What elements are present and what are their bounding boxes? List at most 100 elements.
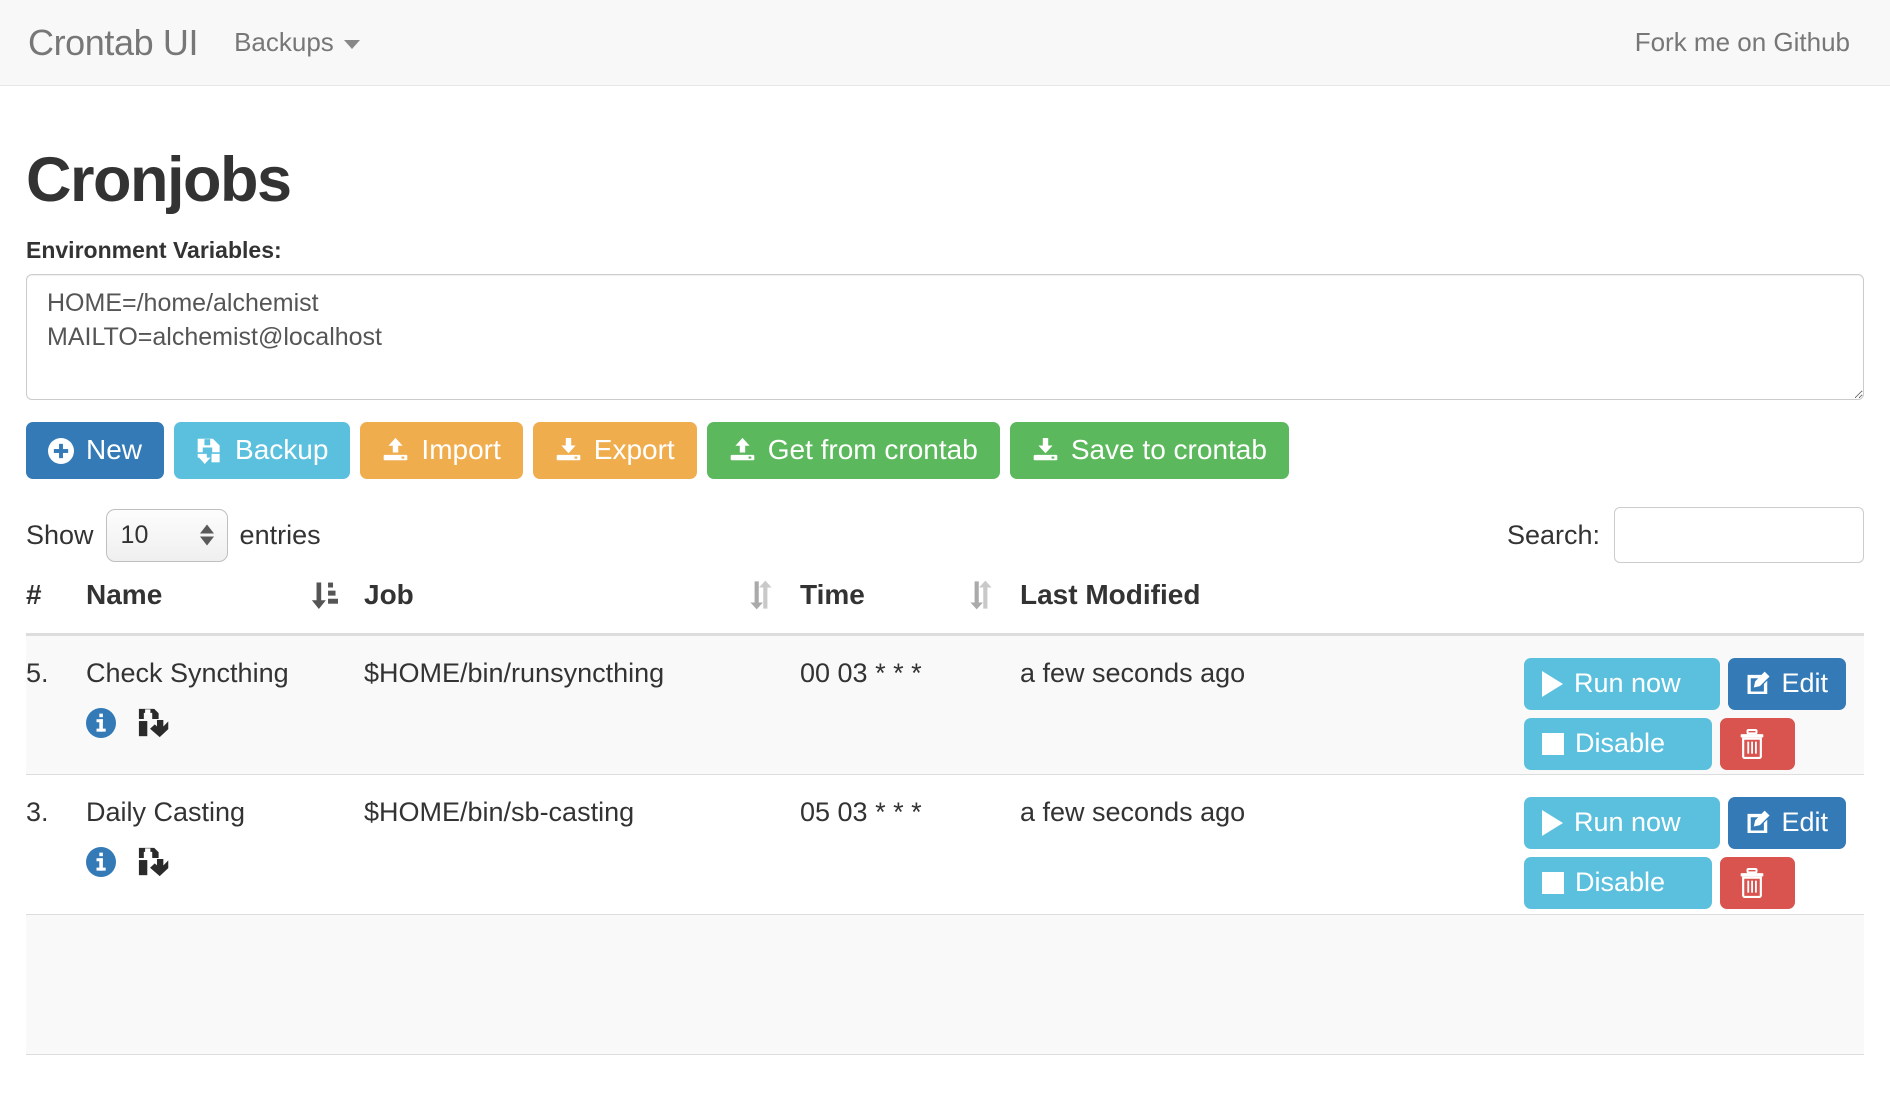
table-header-row: # Name bbox=[26, 579, 1864, 635]
entries-per-page-select[interactable]: 10 bbox=[106, 509, 228, 562]
environment-variables-label: Environment Variables: bbox=[26, 237, 1864, 264]
row-last-modified bbox=[1020, 915, 1450, 1055]
edit-button[interactable]: Edit bbox=[1728, 797, 1846, 849]
delete-button[interactable] bbox=[1720, 857, 1795, 909]
row-time bbox=[800, 915, 1020, 1055]
row-name: Daily Casting bbox=[86, 797, 364, 828]
row-actions: Run now Edit Disable bbox=[1524, 797, 1864, 909]
save-check-icon[interactable] bbox=[138, 707, 169, 745]
search-label: Search: bbox=[1507, 520, 1600, 551]
row-actions-cell bbox=[1450, 915, 1864, 1055]
column-header-name[interactable]: Name bbox=[86, 579, 364, 635]
nav-item-backups[interactable]: Backups bbox=[216, 27, 378, 58]
show-label: Show bbox=[26, 520, 94, 551]
column-header-time-label: Time bbox=[800, 579, 865, 611]
delete-button[interactable] bbox=[1720, 718, 1795, 770]
column-header-job[interactable]: Job bbox=[364, 579, 800, 635]
toolbar: New Backup Import bbox=[26, 422, 1864, 479]
column-header-last-modified[interactable]: Last Modified bbox=[1020, 579, 1864, 635]
column-header-number[interactable]: # bbox=[26, 579, 86, 635]
environment-variables-textarea[interactable] bbox=[26, 274, 1864, 400]
table-body: 5. Check Syncthing bbox=[26, 635, 1864, 1055]
row-number bbox=[26, 915, 86, 1055]
search-input[interactable] bbox=[1614, 507, 1864, 563]
import-button-label: Import bbox=[421, 435, 500, 466]
table-row: 5. Check Syncthing bbox=[26, 635, 1864, 775]
page-title: Cronjobs bbox=[26, 146, 1864, 215]
new-button[interactable]: New bbox=[26, 422, 164, 479]
edit-button[interactable]: Edit bbox=[1728, 658, 1846, 710]
row-name-cell: Check Syncthing bbox=[86, 635, 364, 775]
datatable-filter: Search: bbox=[1507, 507, 1864, 563]
stop-icon bbox=[1542, 872, 1564, 894]
plus-circle-icon bbox=[48, 438, 74, 464]
get-from-crontab-button[interactable]: Get from crontab bbox=[707, 422, 1000, 479]
info-circle-icon[interactable] bbox=[86, 708, 116, 745]
save-check-icon[interactable] bbox=[138, 846, 169, 884]
trash-icon bbox=[1738, 729, 1766, 759]
play-icon bbox=[1542, 671, 1563, 697]
import-button[interactable]: Import bbox=[360, 422, 522, 479]
disable-button[interactable]: Disable bbox=[1524, 718, 1712, 770]
column-header-number-label: # bbox=[26, 579, 42, 611]
entries-label: entries bbox=[240, 520, 321, 551]
run-now-button[interactable]: Run now bbox=[1524, 797, 1720, 849]
column-header-job-label: Job bbox=[364, 579, 414, 611]
row-name-cell: Daily Casting bbox=[86, 775, 364, 915]
row-number: 5. bbox=[26, 635, 86, 775]
row-job: $HOME/bin/sb-casting bbox=[364, 775, 800, 915]
disable-button[interactable]: Disable bbox=[1524, 857, 1712, 909]
nav-item-backups-label: Backups bbox=[234, 27, 334, 58]
row-last-modified: a few seconds ago bbox=[1020, 775, 1450, 915]
info-circle-icon[interactable] bbox=[86, 847, 116, 884]
entries-select-wrapper: 10 bbox=[106, 509, 228, 562]
sort-icon bbox=[748, 579, 800, 611]
sort-amount-asc-icon bbox=[310, 579, 364, 611]
row-name: Check Syncthing bbox=[86, 658, 364, 689]
download-export-icon bbox=[555, 437, 582, 464]
column-header-time[interactable]: Time bbox=[800, 579, 1020, 635]
edit-button-label: Edit bbox=[1781, 669, 1828, 699]
backup-button[interactable]: Backup bbox=[174, 422, 350, 479]
row-icons bbox=[86, 846, 364, 884]
table-header: # Name bbox=[26, 579, 1864, 635]
datatable-length-control: Show 10 entries bbox=[26, 509, 321, 562]
disable-button-label: Disable bbox=[1575, 729, 1665, 759]
edit-button-label: Edit bbox=[1781, 808, 1828, 838]
column-header-last-modified-label: Last Modified bbox=[1020, 579, 1200, 611]
upload-import-icon bbox=[382, 437, 409, 464]
row-actions-cell: Run now Edit Disable bbox=[1450, 635, 1864, 775]
backup-button-label: Backup bbox=[235, 435, 328, 466]
row-actions: Run now Edit Disable bbox=[1524, 658, 1864, 770]
trash-icon bbox=[1738, 868, 1766, 898]
save-to-crontab-button[interactable]: Save to crontab bbox=[1010, 422, 1289, 479]
row-last-modified: a few seconds ago bbox=[1020, 635, 1450, 775]
pencil-square-icon bbox=[1746, 670, 1770, 697]
brand-link[interactable]: Crontab UI bbox=[24, 22, 216, 64]
row-time: 05 03 * * * bbox=[800, 775, 1020, 915]
table-row: 3. Daily Casting bbox=[26, 775, 1864, 915]
pencil-square-icon bbox=[1746, 809, 1770, 836]
datatable-controls: Show 10 entries Search: bbox=[26, 505, 1864, 565]
save-to-crontab-button-label: Save to crontab bbox=[1071, 435, 1267, 466]
table-row bbox=[26, 915, 1864, 1055]
export-button[interactable]: Export bbox=[533, 422, 697, 479]
get-from-crontab-button-label: Get from crontab bbox=[768, 435, 978, 466]
sort-icon bbox=[968, 579, 1020, 611]
play-icon bbox=[1542, 810, 1563, 836]
export-button-label: Export bbox=[594, 435, 675, 466]
download-icon bbox=[1032, 437, 1059, 464]
run-now-button[interactable]: Run now bbox=[1524, 658, 1720, 710]
fork-me-on-github-link[interactable]: Fork me on Github bbox=[1635, 27, 1866, 58]
save-download-icon bbox=[196, 437, 223, 464]
column-header-name-label: Name bbox=[86, 579, 162, 611]
navbar: Crontab UI Backups Fork me on Github bbox=[0, 0, 1890, 86]
run-now-button-label: Run now bbox=[1574, 669, 1681, 699]
row-actions-cell: Run now Edit Disable bbox=[1450, 775, 1864, 915]
row-icons bbox=[86, 707, 364, 745]
row-time: 00 03 * * * bbox=[800, 635, 1020, 775]
upload-icon bbox=[729, 437, 756, 464]
row-job bbox=[364, 915, 800, 1055]
disable-button-label: Disable bbox=[1575, 868, 1665, 898]
run-now-button-label: Run now bbox=[1574, 808, 1681, 838]
